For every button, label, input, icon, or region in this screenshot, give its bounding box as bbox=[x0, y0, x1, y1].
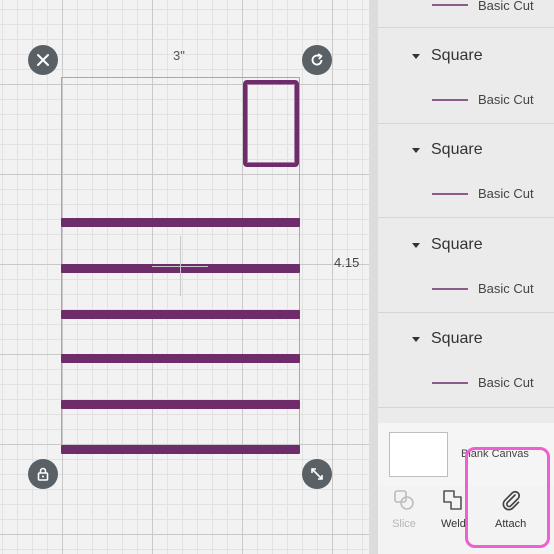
layer-group-header[interactable]: Square bbox=[378, 141, 483, 159]
layer-item[interactable]: Basic Cut bbox=[378, 186, 534, 201]
cut-line-swatch bbox=[432, 98, 468, 101]
width-dimension-label: 3" bbox=[173, 48, 185, 63]
cut-line-swatch bbox=[432, 4, 468, 6]
layer-group-label: Square bbox=[431, 141, 483, 158]
lock-icon bbox=[37, 467, 49, 481]
cut-line-swatch bbox=[432, 287, 468, 290]
layer-item[interactable]: Basic Cut bbox=[378, 0, 534, 13]
weld-icon bbox=[443, 490, 463, 510]
layer-item[interactable]: Basic Cut bbox=[378, 92, 534, 107]
layer-group-header[interactable]: Square bbox=[378, 236, 483, 254]
strip-shape[interactable] bbox=[61, 310, 300, 319]
caret-down-icon bbox=[412, 336, 420, 342]
layer-item-label: Basic Cut bbox=[478, 186, 534, 201]
cut-line-swatch bbox=[432, 381, 468, 384]
center-crosshair bbox=[180, 236, 181, 296]
delete-handle[interactable] bbox=[28, 45, 58, 75]
layer-item[interactable]: Basic Cut bbox=[378, 375, 534, 390]
cut-line-swatch bbox=[432, 192, 468, 195]
rotate-icon bbox=[311, 53, 323, 66]
slice-button[interactable]: Slice bbox=[392, 488, 416, 530]
resize-icon bbox=[311, 468, 323, 480]
resize-handle[interactable] bbox=[302, 459, 332, 489]
attach-highlight-callout bbox=[465, 447, 550, 548]
layer-item-label: Basic Cut bbox=[478, 0, 534, 13]
divider bbox=[378, 123, 554, 124]
caret-down-icon bbox=[412, 53, 420, 59]
small-rectangle-shape[interactable] bbox=[243, 80, 299, 167]
panel-divider bbox=[369, 0, 378, 554]
layer-item-label: Basic Cut bbox=[478, 281, 534, 296]
height-dimension-label: 4.15 bbox=[334, 255, 360, 270]
strip-shape[interactable] bbox=[61, 445, 300, 454]
strip-shape[interactable] bbox=[61, 400, 300, 409]
slice-icon bbox=[394, 490, 414, 510]
divider bbox=[378, 217, 554, 218]
layer-item-label: Basic Cut bbox=[478, 375, 534, 390]
strip-shape[interactable] bbox=[61, 218, 300, 227]
rotate-handle[interactable] bbox=[302, 45, 332, 75]
strip-shape[interactable] bbox=[61, 354, 300, 363]
layer-group-label: Square bbox=[431, 330, 483, 347]
layer-group-label: Square bbox=[431, 236, 483, 253]
layer-item-label: Basic Cut bbox=[478, 92, 534, 107]
divider bbox=[378, 27, 554, 28]
divider bbox=[378, 312, 554, 313]
blank-canvas-thumbnail[interactable] bbox=[389, 432, 448, 477]
caret-down-icon bbox=[412, 147, 420, 153]
slice-label: Slice bbox=[392, 518, 416, 530]
layer-group-label: Square bbox=[431, 47, 483, 64]
divider bbox=[378, 407, 554, 408]
lock-handle[interactable] bbox=[28, 459, 58, 489]
caret-down-icon bbox=[412, 242, 420, 248]
close-icon bbox=[37, 54, 49, 66]
weld-label: Weld bbox=[441, 518, 466, 530]
weld-button[interactable]: Weld bbox=[441, 488, 466, 530]
layer-group-header[interactable]: Square bbox=[378, 47, 483, 65]
layer-group-header[interactable]: Square bbox=[378, 330, 483, 348]
layer-item[interactable]: Basic Cut bbox=[378, 281, 534, 296]
